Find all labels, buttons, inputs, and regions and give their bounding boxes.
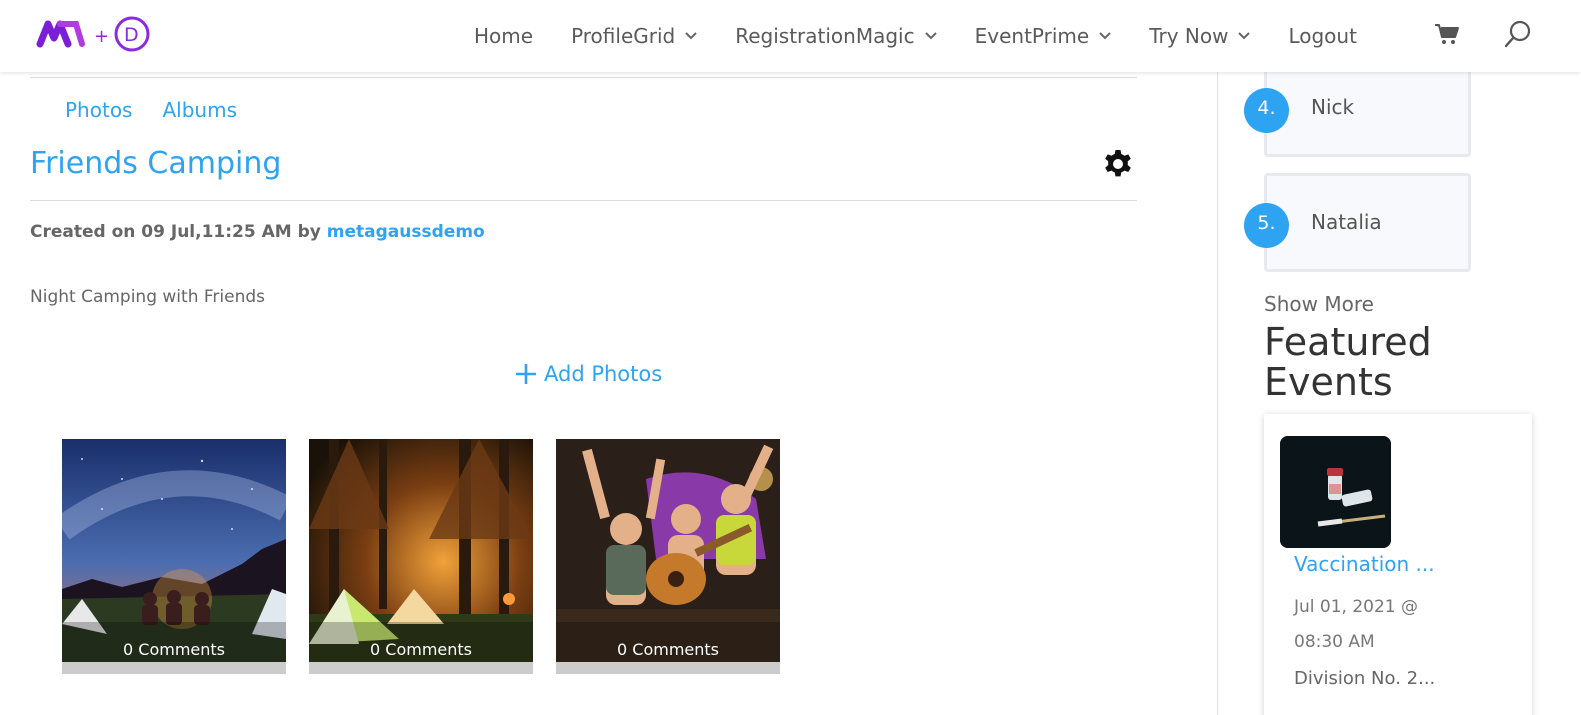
cart-icon[interactable] <box>1434 22 1460 46</box>
site-logo[interactable]: + D <box>36 16 154 52</box>
photo-thumbnail[interactable]: 0 Comments <box>556 439 780 674</box>
chevron-down-icon <box>685 32 697 40</box>
member-rank-badge: 4. <box>1244 88 1289 133</box>
event-date: Jul 01, 2021 @ 08:30 AM <box>1294 597 1419 652</box>
nav-logout-label: Logout <box>1288 24 1357 48</box>
nav-profilegrid[interactable]: ProfileGrid <box>571 24 697 48</box>
nav-registrationmagic-label: RegistrationMagic <box>735 24 915 48</box>
photo-comments-count: 0 Comments <box>309 622 533 662</box>
show-more-link[interactable]: Show More <box>1264 292 1374 316</box>
event-title-link[interactable]: Vaccination ... <box>1294 552 1435 576</box>
nav-logout[interactable]: Logout <box>1288 24 1356 48</box>
plus-icon <box>516 364 536 384</box>
created-label: Created on 09 Jul,11:25 AM by <box>30 222 327 242</box>
nav-eventprime[interactable]: EventPrime <box>975 24 1112 48</box>
chevron-down-icon <box>1238 32 1251 40</box>
photo-thumbnail[interactable]: 0 Comments <box>309 439 533 674</box>
divider <box>30 200 1137 201</box>
chevron-down-icon <box>1099 32 1111 40</box>
event-location: Division No. 2... <box>1294 668 1436 689</box>
nav-registrationmagic[interactable]: RegistrationMagic <box>735 24 937 48</box>
album-created-info: Created on 09 Jul,11:25 AM by metagaussd… <box>30 222 485 242</box>
chevron-down-icon <box>924 32 937 40</box>
event-image <box>1280 436 1391 548</box>
album-description: Night Camping with Friends <box>30 287 266 307</box>
add-photos-button[interactable]: Add Photos <box>514 362 662 386</box>
site-header: + D Home ProfileGrid RegistrationMagic E… <box>0 0 1581 72</box>
photo-comments-count: 0 Comments <box>556 622 780 662</box>
nav-eventprime-label: EventPrime <box>974 24 1090 48</box>
member-name[interactable]: Nick <box>1311 95 1354 119</box>
divider <box>30 77 1137 78</box>
author-link[interactable]: metagaussdemo <box>327 222 485 242</box>
add-photos-label: Add Photos <box>544 362 663 386</box>
nav-home-label: Home <box>474 24 534 48</box>
sidebar-divider <box>1217 72 1218 715</box>
nav-home[interactable]: Home <box>474 24 533 48</box>
svg-text:+: + <box>94 26 109 47</box>
nav-try-now[interactable]: Try Now <box>1149 24 1251 48</box>
member-name[interactable]: Natalia <box>1311 210 1382 234</box>
gear-icon[interactable] <box>1102 148 1134 180</box>
svg-text:D: D <box>124 24 139 46</box>
photo-thumbnail[interactable]: 0 Comments <box>62 439 286 674</box>
tab-photos[interactable]: Photos <box>65 98 132 122</box>
photo-comments-count: 0 Comments <box>62 622 286 662</box>
member-rank-badge: 5. <box>1244 203 1289 248</box>
event-card[interactable]: Vaccination ... Jul 01, 2021 @ 08:30 AM … <box>1264 414 1532 715</box>
main-nav: Home ProfileGrid RegistrationMagic Event… <box>474 0 1395 72</box>
album-tabs: Photos Albums <box>65 98 267 122</box>
member-card[interactable] <box>1264 60 1471 157</box>
nav-profilegrid-label: ProfileGrid <box>571 24 676 48</box>
nav-try-now-label: Try Now <box>1149 24 1229 48</box>
tab-albums[interactable]: Albums <box>162 98 237 122</box>
album-title: Friends Camping <box>30 146 282 181</box>
search-icon[interactable] <box>1504 20 1532 48</box>
featured-events-heading: Featured Events <box>1264 320 1432 404</box>
